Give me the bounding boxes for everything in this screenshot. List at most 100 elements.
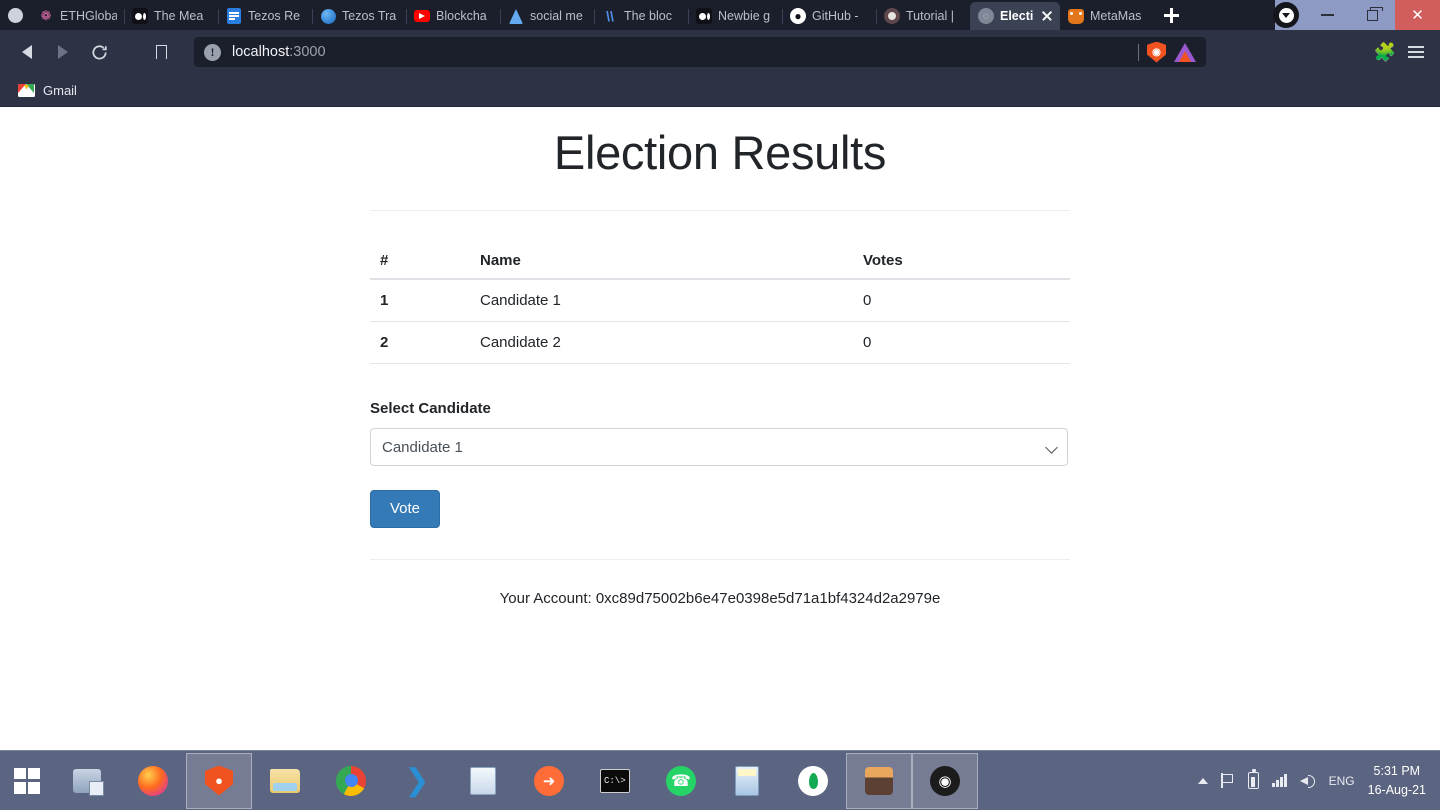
cell-votes: 0	[853, 279, 1070, 322]
app-container: Election Results # Name Votes 1Candidate…	[370, 107, 1070, 607]
react-icon: ◌	[978, 8, 994, 24]
browser-tab[interactable]: ◌Electi	[970, 2, 1060, 30]
gmail-icon	[18, 84, 35, 97]
cell-index: 1	[370, 279, 470, 322]
url-text: localhost:3000	[232, 44, 326, 60]
taskbar-item-obs-studio[interactable]: ◉	[912, 753, 978, 809]
table-row: 2Candidate 20	[370, 322, 1070, 364]
minimize-button[interactable]	[1305, 0, 1350, 30]
taskbar-item-postman[interactable]: ➜	[516, 753, 582, 809]
system-tray: ENG 5:31 PM 16-Aug-21	[1198, 762, 1440, 798]
bookmark-icon[interactable]	[144, 35, 178, 69]
browser-tab[interactable]: ● GitHub -	[782, 2, 876, 30]
start-button[interactable]	[0, 751, 54, 811]
extensions-icon[interactable]: 🧩	[1374, 42, 1396, 63]
address-bar-actions: ◉	[1138, 42, 1200, 63]
tab-title: ETHGloba	[60, 9, 117, 23]
globe-icon	[320, 8, 336, 24]
column-header-index: #	[370, 243, 470, 279]
back-icon[interactable]	[10, 35, 44, 69]
taskbar-item-chrome[interactable]	[318, 753, 384, 809]
results-table: # Name Votes 1Candidate 102Candidate 20	[370, 243, 1070, 364]
maximize-button[interactable]	[1350, 0, 1395, 30]
candidate-select[interactable]: Candidate 1Candidate 2	[370, 428, 1068, 466]
address-bar[interactable]: ! localhost:3000 ◉	[194, 37, 1206, 67]
browser-tab[interactable]: social me	[500, 2, 594, 30]
show-hidden-icons-icon[interactable]	[1198, 778, 1208, 784]
taskbar-item-file-explorer[interactable]	[252, 753, 318, 809]
terminal-icon: C:\>	[598, 764, 632, 798]
folder-icon	[268, 764, 302, 798]
toolbar-actions: 🧩	[1374, 42, 1430, 63]
taskbar-item-command-prompt[interactable]: C:\>	[582, 753, 648, 809]
browser-tab[interactable]: ❁ETHGloba	[30, 2, 124, 30]
taskbar-item-firefox[interactable]	[120, 753, 186, 809]
brave-rewards-icon[interactable]	[1174, 43, 1196, 62]
taskbar-item-ganache[interactable]	[846, 753, 912, 809]
new-tab-button[interactable]	[1154, 0, 1188, 30]
tab-title: Newbie g	[718, 9, 775, 23]
browser-tab[interactable]: Newbie g	[688, 2, 782, 30]
brave-shields-icon[interactable]: ◉	[1147, 42, 1166, 63]
vscode-icon: ❯	[400, 764, 434, 798]
tab-title: Blockcha	[436, 9, 493, 23]
tab-title: Tutorial |	[906, 9, 963, 23]
page-title: Election Results	[370, 125, 1070, 181]
action-center-flag-icon[interactable]	[1221, 773, 1235, 788]
volume-icon[interactable]	[1300, 773, 1316, 788]
taskbar-item-vs-code[interactable]: ❯	[384, 753, 450, 809]
close-window-button[interactable]: ✕	[1395, 0, 1440, 30]
language-indicator[interactable]: ENG	[1329, 774, 1355, 788]
clock[interactable]: 5:31 PM 16-Aug-21	[1368, 762, 1426, 798]
taskbar-item-calculator[interactable]	[714, 753, 780, 809]
browser-tab[interactable]: MetaMas	[1060, 2, 1154, 30]
battery-icon[interactable]	[1248, 772, 1259, 789]
column-header-name: Name	[470, 243, 853, 279]
system-menu-icon[interactable]	[0, 0, 30, 30]
taskbar-item-mongodb[interactable]	[780, 753, 846, 809]
tab-title: social me	[530, 9, 587, 23]
browser-tab[interactable]: \\The bloc	[594, 2, 688, 30]
taskbar-item-scanner-app[interactable]	[54, 753, 120, 809]
browser-tab[interactable]: Tezos Tra	[312, 2, 406, 30]
docs-icon	[226, 8, 242, 24]
forward-icon[interactable]	[46, 35, 80, 69]
windows-logo-icon	[14, 768, 40, 794]
reload-icon[interactable]	[82, 35, 116, 69]
info-icon[interactable]: !	[204, 44, 221, 61]
vote-button[interactable]: Vote	[370, 490, 440, 528]
browser-tab[interactable]: Blockcha	[406, 2, 500, 30]
cell-name: Candidate 2	[470, 322, 853, 364]
tab-title: GitHub -	[812, 9, 869, 23]
browser-tab[interactable]: Tutorial |	[876, 2, 970, 30]
browser-window: ❁ETHGlobaThe Mea Tezos Re Tezos Tra Blockch…	[0, 0, 1440, 750]
ganache-icon	[862, 764, 896, 798]
clock-date: 16-Aug-21	[1368, 781, 1426, 799]
whatsapp-icon: ☎	[664, 764, 698, 798]
bookmarks-bar: Gmail	[0, 74, 1440, 107]
page-content: Election Results # Name Votes 1Candidate…	[0, 107, 1440, 750]
url-port: :3000	[289, 44, 325, 60]
bookmark-item[interactable]: Gmail	[12, 80, 83, 101]
postman-icon: ➜	[532, 764, 566, 798]
select-candidate-label: Select Candidate	[370, 400, 1070, 417]
taskbar-items: ● ❯ ➜ C:\> ☎ ◉	[54, 751, 978, 811]
browser-menu-icon[interactable]	[1408, 46, 1424, 58]
tab-title: Tezos Re	[248, 9, 305, 23]
brave-lion-icon: ●	[202, 764, 236, 798]
tab-close-icon[interactable]	[1041, 10, 1053, 22]
browser-tab[interactable]: Tezos Re	[218, 2, 312, 30]
brave-profile-icon[interactable]	[1267, 0, 1305, 30]
cell-index: 2	[370, 322, 470, 364]
taskbar-item-notepad[interactable]	[450, 753, 516, 809]
mongodb-icon	[796, 764, 830, 798]
divider-top	[370, 210, 1070, 211]
network-signal-icon[interactable]	[1272, 774, 1287, 787]
cell-votes: 0	[853, 322, 1070, 364]
chrome-icon	[334, 764, 368, 798]
bookmark-label: Gmail	[43, 83, 77, 98]
github-icon: ●	[790, 8, 806, 24]
taskbar-item-brave-browser[interactable]: ●	[186, 753, 252, 809]
taskbar-item-whatsapp[interactable]: ☎	[648, 753, 714, 809]
browser-tab[interactable]: The Mea	[124, 2, 218, 30]
